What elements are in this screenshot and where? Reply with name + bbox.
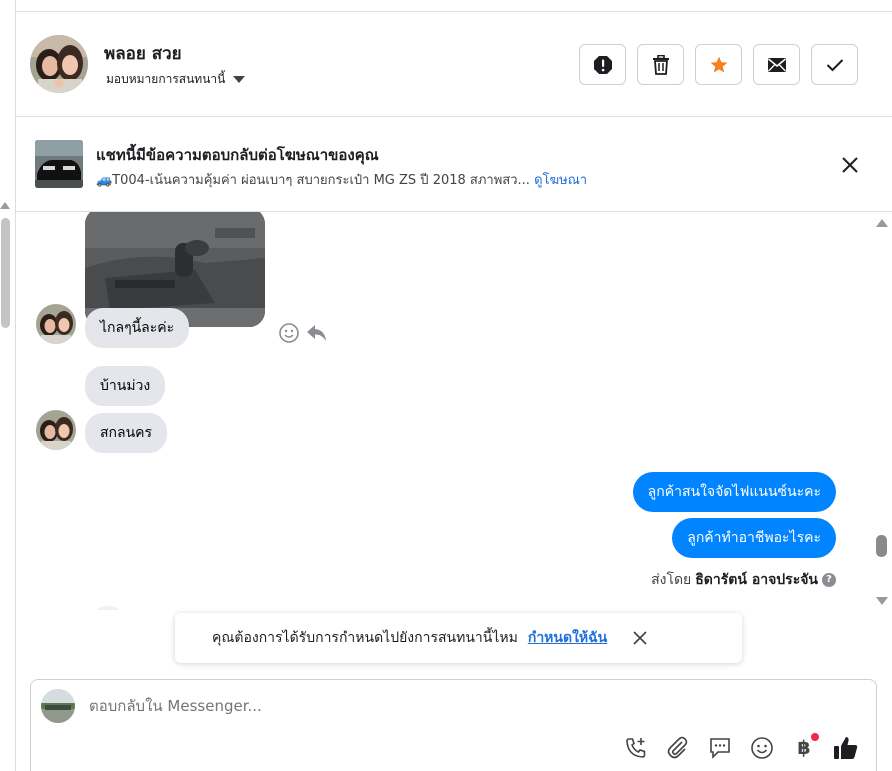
outgoing-message[interactable]: ลูกค้าสนใจจัดไฟแนนซ์นะคะ: [632, 472, 836, 512]
info-icon[interactable]: ?: [822, 573, 836, 587]
assign-conversation-dropdown[interactable]: มอบหมายการสนทนานี้: [106, 70, 246, 89]
baht-icon: ฿: [797, 737, 811, 759]
contact-name: พลอย สวย: [104, 44, 182, 64]
thread-scrollbar[interactable]: [874, 212, 892, 610]
star-button[interactable]: [695, 44, 742, 85]
left-scroll-rail[interactable]: [0, 0, 16, 771]
saved-replies-button[interactable]: [707, 735, 733, 761]
ad-banner-title: แชทนี้มีข้อความตอบกลับต่อโฆษณาของคุณ: [96, 146, 379, 164]
typing-avatar: [88, 606, 128, 610]
assign-to-me-link[interactable]: กำหนดให้ฉัน: [528, 627, 607, 649]
incoming-message[interactable]: ไกลๆนี้ละค่ะ: [85, 308, 190, 348]
mark-unread-button[interactable]: [753, 44, 800, 85]
delete-button[interactable]: [637, 44, 684, 85]
smiley-icon: [751, 737, 773, 759]
incoming-message[interactable]: บ้านม่วง: [85, 366, 166, 406]
star-icon: [710, 56, 727, 72]
mark-done-button[interactable]: [811, 44, 858, 85]
thread-scrollbar-thumb[interactable]: [876, 535, 887, 557]
outgoing-message[interactable]: ลูกค้าทำอาชีพอะไรคะ: [672, 518, 836, 558]
scroll-up-arrow-icon[interactable]: [0, 202, 10, 209]
ad-banner-subtitle: 🚙T004-เน้นความคุ้มค่า ผ่อนเบาๆ สบายกระเป…: [96, 169, 587, 190]
left-scrollbar-thumb[interactable]: [1, 218, 10, 328]
close-icon[interactable]: [633, 631, 647, 645]
ad-description: 🚙T004-เน้นความคุ้มค่า ผ่อนเบาๆ สบายกระเป…: [96, 173, 530, 188]
payment-button[interactable]: ฿: [791, 733, 819, 761]
close-icon[interactable]: [841, 156, 859, 174]
message-actions: [278, 322, 328, 344]
sent-by-label: ส่งโดย ธิดารัตน์ อาจประจัน ?: [651, 569, 836, 591]
alert-octagon-icon: [593, 55, 612, 74]
sent-by-prefix: ส่งโดย: [651, 572, 692, 588]
page-avatar: [41, 689, 75, 723]
toast-text: คุณต้องการได้รับการกำหนดไปยังการสนทนานี้…: [212, 630, 518, 646]
scroll-up-arrow-icon[interactable]: [876, 219, 888, 227]
conversation-header: พลอย สวย มอบหมายการสนทนานี้: [16, 12, 892, 117]
spam-button[interactable]: [579, 44, 626, 85]
contact-avatar[interactable]: [30, 35, 88, 93]
assign-toast: คุณต้องการได้รับการกำหนดไปยังการสนทนานี้…: [175, 613, 742, 663]
message-input[interactable]: [89, 697, 789, 715]
incoming-message[interactable]: สกลนคร: [85, 413, 168, 453]
sender-name: ธิดารัตน์ อาจประจัน: [695, 572, 818, 588]
chat-bubble-icon: [710, 738, 730, 759]
attach-button[interactable]: [665, 735, 691, 761]
paperclip-icon: [667, 736, 688, 759]
call-button[interactable]: [623, 735, 649, 761]
contact-avatar-small[interactable]: [36, 304, 76, 344]
notification-dot: [811, 733, 819, 741]
message-thread[interactable]: ไกลๆนี้ละค่ะ บ้านม่วง สกลนคร ลูกค้าสนใจจ…: [16, 212, 874, 610]
thumbs-up-icon: [834, 737, 858, 759]
emoji-button[interactable]: [749, 735, 775, 761]
reply-composer: ฿: [30, 679, 877, 771]
view-ad-link[interactable]: ดูโฆษณา: [534, 173, 587, 188]
reply-icon[interactable]: [306, 323, 328, 343]
trash-icon: [652, 54, 669, 75]
header-action-bar: [579, 44, 858, 85]
assign-label: มอบหมายการสนทนานี้: [106, 72, 226, 86]
scroll-down-arrow-icon[interactable]: [876, 597, 888, 605]
composer-toolbar: ฿: [623, 733, 859, 761]
caret-down-icon: [233, 76, 246, 83]
smiley-icon[interactable]: [278, 322, 300, 344]
like-button[interactable]: [833, 735, 859, 761]
ad-reply-banner: แชทนี้มีข้อความตอบกลับต่อโฆษณาของคุณ 🚙T0…: [16, 118, 892, 212]
contact-avatar-small[interactable]: [36, 410, 76, 450]
envelope-icon: [767, 57, 786, 72]
ad-thumbnail[interactable]: [35, 140, 83, 188]
phone-add-icon: [626, 738, 646, 758]
check-icon: [826, 58, 843, 71]
